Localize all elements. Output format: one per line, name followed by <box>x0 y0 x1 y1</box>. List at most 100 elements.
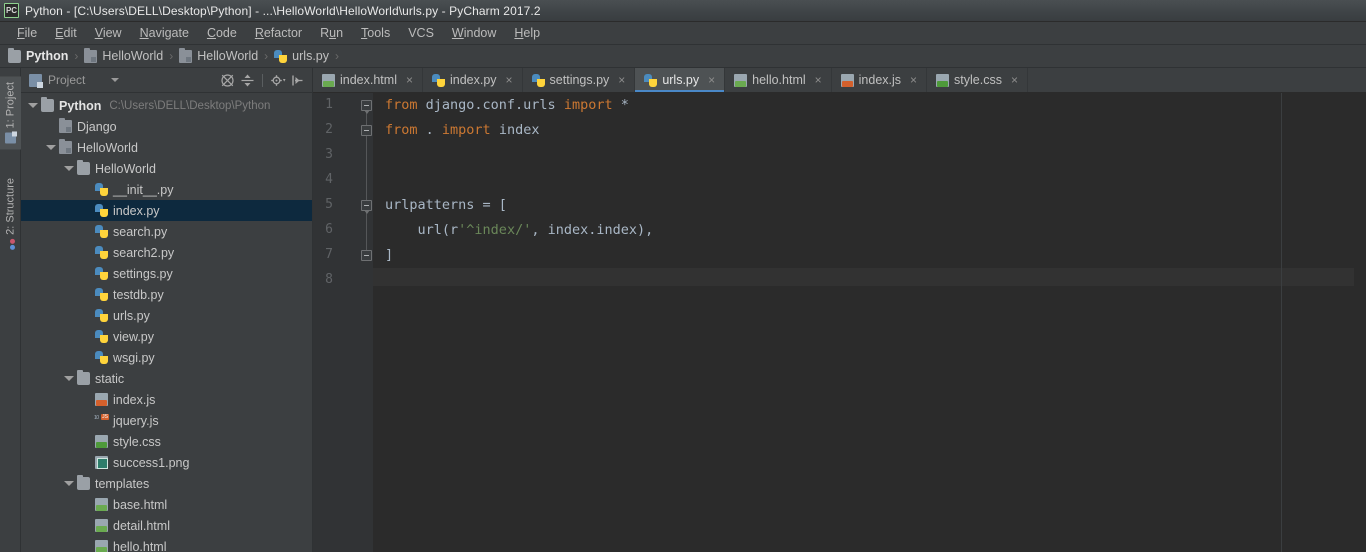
project-tool-window: Project Python C:\Users\DELL\Desktop\Pyth… <box>21 68 313 552</box>
hide-panel-icon[interactable] <box>289 72 306 89</box>
tree-node-label: urls.py <box>113 308 150 323</box>
tree-node-templates[interactable]: templates <box>21 473 312 494</box>
folder-icon <box>77 160 90 175</box>
menu-item-tools[interactable]: Tools <box>352 24 399 42</box>
breadcrumb-label: HelloWorld <box>197 49 259 63</box>
menu-item-refactor[interactable]: Refactor <box>246 24 311 42</box>
tree-node-jquery-js[interactable]: jquery.js <box>21 410 312 431</box>
tool-window-tab-project[interactable]: 1: Project <box>0 76 21 150</box>
close-icon[interactable]: × <box>813 74 824 86</box>
menu-item-help[interactable]: Help <box>505 24 549 42</box>
editor-tab-label: urls.py <box>662 73 700 87</box>
tree-node--init-py[interactable]: __init__.py <box>21 179 312 200</box>
tree-node-label: style.css <box>113 434 161 449</box>
tree-node-hello-html[interactable]: hello.html <box>21 536 312 552</box>
breadcrumb-item-helloworld[interactable]: HelloWorld <box>84 47 163 63</box>
menu-item-edit[interactable]: Edit <box>46 24 86 42</box>
tree-node-wsgi-py[interactable]: wsgi.py <box>21 347 312 368</box>
breadcrumb-item-urls-py[interactable]: urls.py <box>274 49 329 63</box>
chevron-down-icon[interactable] <box>45 142 56 153</box>
tree-node-label: testdb.py <box>113 287 164 302</box>
editor-scrollbar[interactable] <box>1354 93 1366 552</box>
tree-node-helloworld[interactable]: HelloWorld <box>21 137 312 158</box>
settings-gear-icon[interactable] <box>269 72 286 89</box>
project-tree[interactable]: Python C:\Users\DELL\Desktop\Python Django… <box>21 93 312 552</box>
close-icon[interactable]: × <box>616 74 627 86</box>
tree-node-style-css[interactable]: style.css <box>21 431 312 452</box>
js-file-icon <box>95 393 108 406</box>
code-token: url( <box>385 222 451 238</box>
breadcrumb-separator: › <box>169 49 174 63</box>
tree-node-index-py[interactable]: index.py <box>21 200 312 221</box>
fold-marker[interactable] <box>361 100 372 114</box>
editor-tab-index-py[interactable]: index.py × <box>423 68 523 92</box>
chevron-down-icon[interactable] <box>63 478 74 489</box>
chevron-down-icon[interactable] <box>111 78 120 82</box>
editor-tab-index-js[interactable]: index.js × <box>832 68 928 92</box>
fold-marker[interactable] <box>361 125 372 136</box>
menu-item-run[interactable]: Run <box>311 24 352 42</box>
code-token: * <box>612 97 629 113</box>
code-token: import <box>563 97 613 113</box>
folder-icon <box>77 370 90 385</box>
chevron-down-icon[interactable] <box>63 373 74 384</box>
tool-window-strip: 1: Project 2: Structure <box>0 68 21 552</box>
tree-node-urls-py[interactable]: urls.py <box>21 305 312 326</box>
source-folder-icon <box>84 47 98 63</box>
close-icon[interactable]: × <box>504 74 515 86</box>
menu-item-file[interactable]: File <box>8 24 46 42</box>
python-file-icon <box>95 267 108 280</box>
fold-marker[interactable] <box>361 200 372 214</box>
code-editor[interactable]: 12345678 from django.conf.urls import * f… <box>313 93 1366 552</box>
tree-node-view-py[interactable]: view.py <box>21 326 312 347</box>
menu-item-vcs[interactable]: VCS <box>399 24 443 42</box>
tree-node-base-html[interactable]: base.html <box>21 494 312 515</box>
tree-node-index-js[interactable]: index.js <box>21 389 312 410</box>
breadcrumb-label: urls.py <box>292 49 329 63</box>
tree-node-settings-py[interactable]: settings.py <box>21 263 312 284</box>
menu-item-code[interactable]: Code <box>198 24 246 42</box>
python-file-icon <box>531 73 545 87</box>
editor-tab-style-css[interactable]: style.css × <box>927 68 1028 92</box>
chevron-down-icon[interactable] <box>63 163 74 174</box>
code-content[interactable]: from django.conf.urls import * from . imp… <box>373 93 1366 552</box>
tool-window-tab-structure[interactable]: 2: Structure <box>0 172 21 256</box>
close-icon[interactable]: × <box>1009 74 1020 86</box>
editor-tab-index-html[interactable]: index.html × <box>313 68 423 92</box>
menu-item-navigate[interactable]: Navigate <box>131 24 198 42</box>
close-icon[interactable]: × <box>706 74 717 86</box>
folder-icon <box>41 97 54 112</box>
tree-node-testdb-py[interactable]: testdb.py <box>21 284 312 305</box>
tree-node-success1-png[interactable]: success1.png <box>21 452 312 473</box>
collapse-all-icon[interactable] <box>219 72 236 89</box>
tree-node-search2-py[interactable]: search2.py <box>21 242 312 263</box>
editor-tab-hello-html[interactable]: hello.html × <box>725 68 832 92</box>
tree-node-helloworld[interactable]: HelloWorld <box>21 158 312 179</box>
code-token: from <box>385 97 418 113</box>
breadcrumb-item-helloworld[interactable]: HelloWorld <box>179 47 259 63</box>
breadcrumb-separator: › <box>74 49 79 63</box>
tree-node-search-py[interactable]: search.py <box>21 221 312 242</box>
close-icon[interactable]: × <box>404 74 415 86</box>
project-panel-header: Project <box>21 68 312 93</box>
code-folding-rail[interactable] <box>361 93 373 552</box>
breadcrumb-item-python[interactable]: Python <box>8 47 68 63</box>
tree-node-static[interactable]: static <box>21 368 312 389</box>
tool-window-tab-label: 2: Structure <box>4 178 17 235</box>
tree-node-detail-html[interactable]: detail.html <box>21 515 312 536</box>
expand-all-icon[interactable] <box>239 72 256 89</box>
chevron-down-icon[interactable] <box>27 100 38 111</box>
fold-marker[interactable] <box>361 250 372 261</box>
close-icon[interactable]: × <box>908 74 919 86</box>
line-number: 8 <box>325 272 333 287</box>
editor-tab-settings-py[interactable]: settings.py × <box>523 68 636 92</box>
tree-node-django[interactable]: Django <box>21 116 312 137</box>
editor-tab-urls-py[interactable]: urls.py × <box>635 68 726 92</box>
menu-item-window[interactable]: Window <box>443 24 505 42</box>
tree-node-python[interactable]: Python C:\Users\DELL\Desktop\Python <box>21 95 312 116</box>
code-line: urlpatterns = [ <box>385 197 507 213</box>
menu-item-view[interactable]: View <box>86 24 131 42</box>
